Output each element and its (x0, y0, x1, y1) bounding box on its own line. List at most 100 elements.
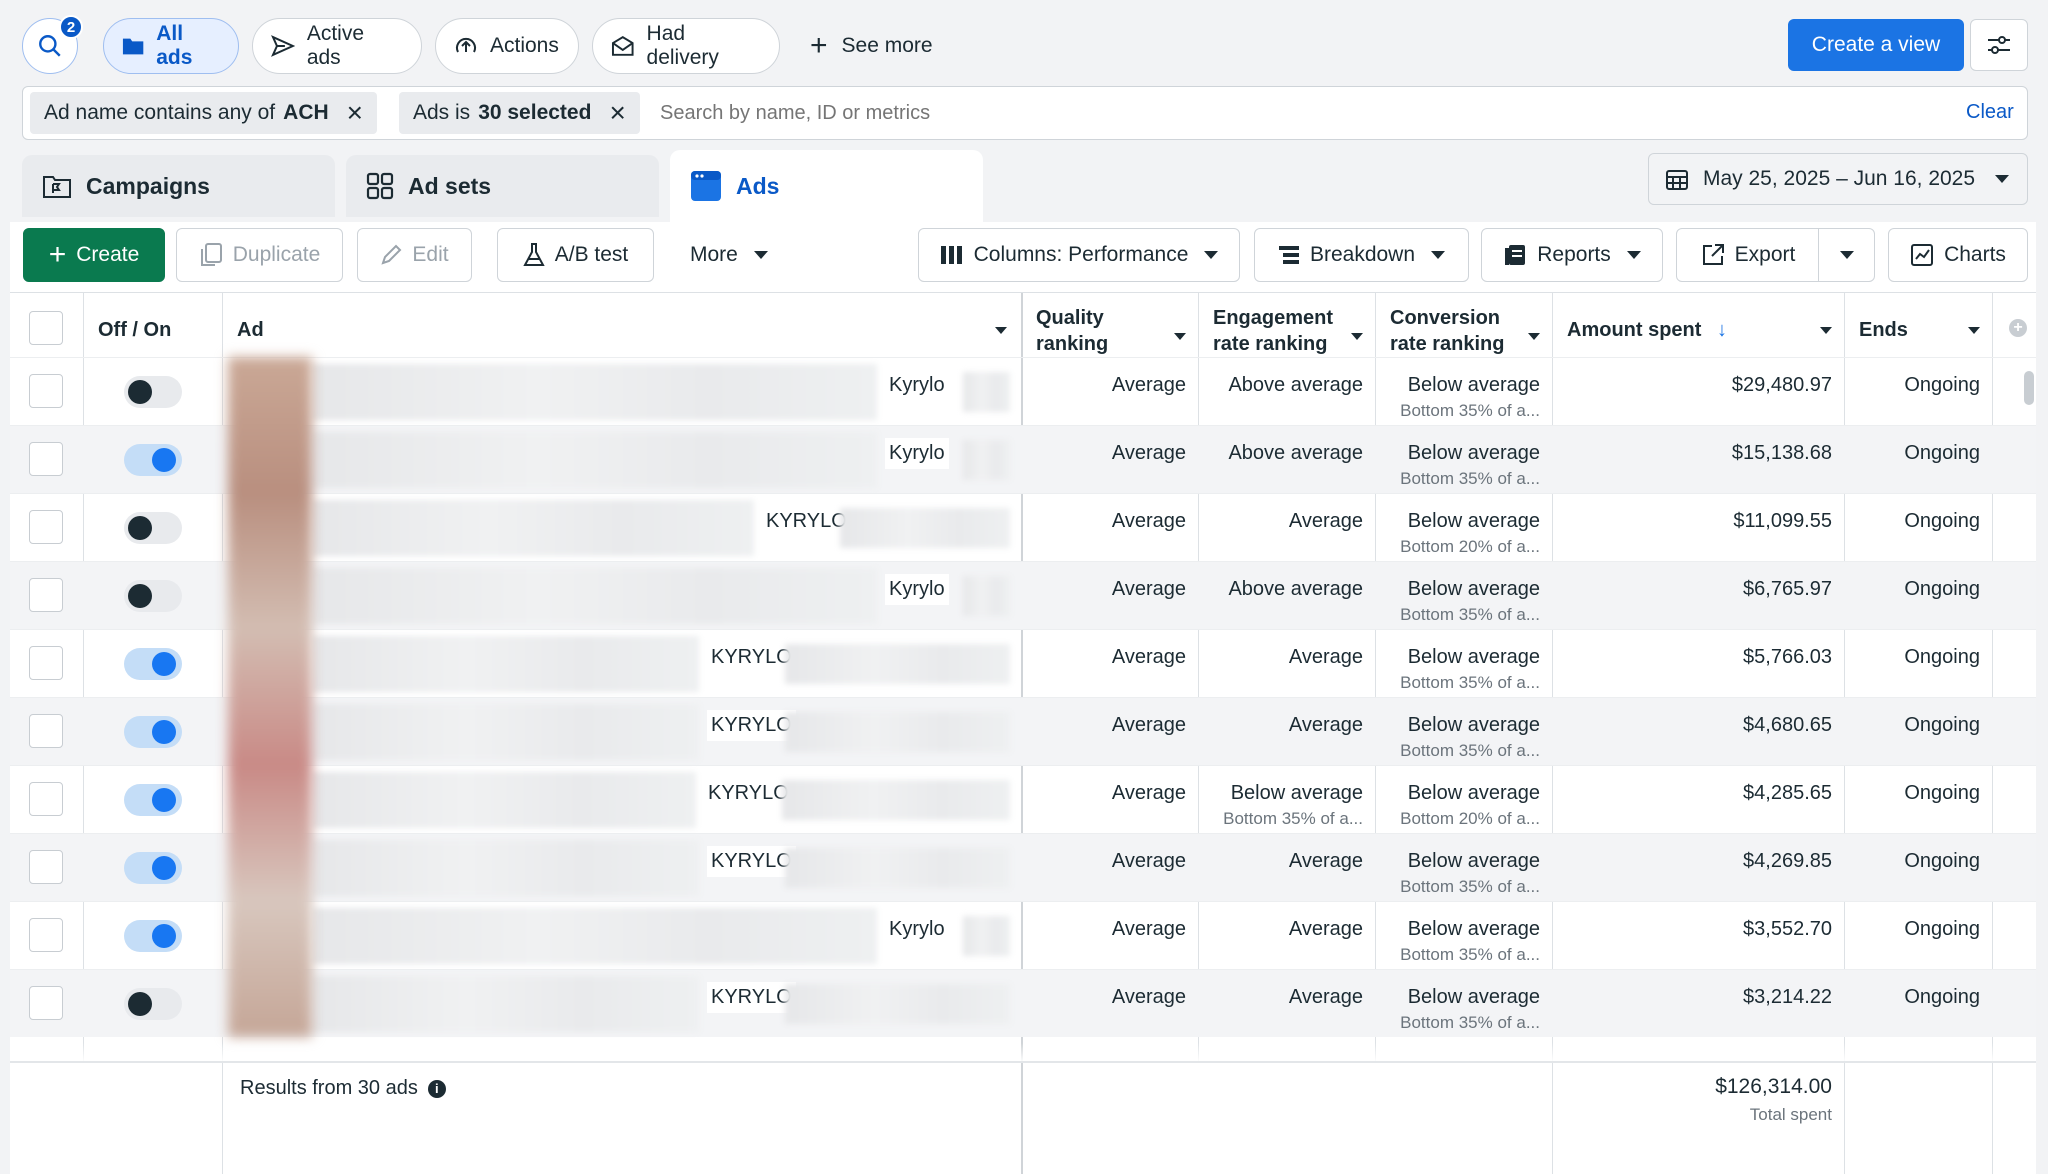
create-button[interactable]: + Create (23, 228, 165, 282)
tab-label: Ad sets (408, 172, 492, 199)
reports-dropdown[interactable]: Reports (1481, 228, 1663, 282)
ad-name[interactable]: Kyrylo (885, 370, 949, 401)
columns-label: Columns: Performance (973, 243, 1189, 266)
header-label: Amount spent (1567, 319, 1702, 341)
ad-name[interactable]: Kyrylo (885, 438, 949, 469)
toggle-knob (152, 788, 176, 812)
export-options-dropdown[interactable] (1818, 228, 1875, 282)
see-more-button[interactable]: + See more (810, 18, 933, 74)
charts-button[interactable]: Charts (1888, 228, 2028, 282)
row-checkbox[interactable] (29, 714, 63, 748)
engagement-ranking: Average (1289, 918, 1363, 945)
table-row[interactable]: KYRYLO Average Average Below average Bottom … (10, 629, 2036, 697)
row-delivery-toggle[interactable] (124, 784, 182, 816)
clear-filters-link[interactable]: Clear (1966, 101, 2014, 124)
close-icon[interactable]: × (347, 99, 363, 127)
ad-name[interactable]: Kyrylo (885, 914, 949, 945)
filter-active-ads[interactable]: Active ads (252, 18, 422, 74)
results-summary: Results from 30 ads i (240, 1077, 446, 1100)
create-view-button[interactable]: Create a view (1788, 19, 1964, 71)
row-delivery-toggle[interactable] (124, 444, 182, 476)
header-label: ranking (1036, 333, 1109, 355)
search-input[interactable] (660, 94, 1910, 132)
ad-name[interactable]: Kyrylo (885, 574, 949, 605)
blurred-ad-name (312, 364, 877, 420)
ad-name[interactable]: KYRYLO (707, 642, 796, 673)
row-checkbox[interactable] (29, 782, 63, 816)
table-row[interactable]: KYRYLO Average Average Below average Bottom … (10, 833, 2036, 901)
table-row[interactable]: Kyrylo Average Average Below average Bottom … (10, 901, 2036, 969)
table-row[interactable]: KYRYLO Average Average Below average Bottom … (10, 493, 2036, 561)
table-row[interactable]: Kyrylo Average Above average Below average B… (10, 561, 2036, 629)
table-row[interactable]: KYRYLO Average Average Below average Bottom … (10, 969, 2036, 1037)
columns-dropdown[interactable]: Columns: Performance (918, 228, 1240, 282)
see-more-label: See more (841, 34, 933, 57)
row-delivery-toggle[interactable] (124, 376, 182, 408)
conversion-value: Below average (1407, 510, 1540, 532)
filter-chip-ad-name[interactable]: Ad name contains any of ACH × (30, 92, 378, 134)
table-row[interactable]: Kyrylo Average Above average Below average B… (10, 357, 2036, 425)
conversion-value: Below average (1407, 782, 1540, 804)
blurred-ad-detail (963, 916, 1010, 956)
ad-name[interactable]: KYRYLO (707, 710, 796, 741)
table-row[interactable]: KYRYLO Average Average Below average Bottom … (10, 697, 2036, 765)
more-dropdown[interactable]: More (690, 228, 768, 282)
close-icon[interactable]: × (609, 99, 625, 127)
filter-chip-ads[interactable]: Ads is 30 selected × (399, 92, 640, 134)
filter-all-ads[interactable]: All ads (103, 18, 239, 74)
info-icon[interactable]: i (427, 1079, 446, 1098)
row-checkbox[interactable] (29, 510, 63, 544)
row-checkbox[interactable] (29, 646, 63, 680)
date-range-picker[interactable]: May 25, 2025 – Jun 16, 2025 (1648, 153, 2028, 205)
row-delivery-toggle[interactable] (124, 920, 182, 952)
ad-name[interactable]: KYRYLO (707, 846, 796, 877)
row-checkbox[interactable] (29, 374, 63, 408)
row-delivery-toggle[interactable] (124, 716, 182, 748)
reports-label: Reports (1537, 243, 1611, 266)
blurred-ad-name (312, 976, 699, 1032)
ad-name[interactable]: KYRYLO (762, 506, 851, 537)
edit-button[interactable]: Edit (357, 228, 472, 282)
table-row[interactable]: Kyrylo Average Above average Below average B… (10, 425, 2036, 493)
chevron-down-icon (1968, 327, 1980, 334)
reports-icon (1505, 245, 1526, 265)
row-delivery-toggle[interactable] (124, 852, 182, 884)
row-checkbox[interactable] (29, 442, 63, 476)
select-all-checkbox[interactable] (29, 311, 63, 345)
ad-name[interactable]: KYRYLO (704, 778, 793, 809)
conversion-ranking: Below average Bottom 20% of a... (1400, 510, 1540, 557)
conversion-value: Below average (1407, 646, 1540, 668)
filter-actions[interactable]: Actions (435, 18, 579, 74)
tab-ad-sets[interactable]: Ad sets (346, 155, 659, 217)
add-column-icon[interactable]: + (2009, 319, 2027, 337)
row-checkbox[interactable] (29, 850, 63, 884)
tab-campaigns[interactable]: Campaigns (22, 155, 335, 217)
view-settings-button[interactable] (1970, 19, 2028, 71)
conversion-detail: Bottom 35% of a... (1400, 945, 1540, 964)
ends-value: Ongoing (1904, 714, 1980, 736)
row-delivery-toggle[interactable] (124, 512, 182, 544)
blurred-ad-name (312, 908, 877, 964)
duplicate-button[interactable]: Duplicate (176, 228, 343, 282)
filter-had-delivery[interactable]: Had delivery (592, 18, 780, 74)
ends-value: Ongoing (1904, 850, 1980, 872)
row-delivery-toggle[interactable] (124, 580, 182, 612)
tab-ads[interactable]: Ads (670, 150, 983, 222)
ad-name[interactable]: KYRYLO (707, 982, 796, 1013)
ab-test-button[interactable]: A/B test (497, 228, 654, 282)
row-delivery-toggle[interactable] (124, 988, 182, 1020)
blurred-ad-name (312, 840, 699, 896)
folder-flag-icon (43, 176, 71, 198)
amount-spent: $3,552.70 (1743, 918, 1832, 940)
row-checkbox[interactable] (29, 986, 63, 1020)
breakdown-dropdown[interactable]: Breakdown (1254, 228, 1469, 282)
row-delivery-toggle[interactable] (124, 648, 182, 680)
search-button[interactable]: 2 (22, 15, 83, 74)
conversion-value: Below average (1407, 442, 1540, 464)
export-button[interactable]: Export (1676, 228, 1820, 282)
conversion-ranking: Below average Bottom 35% of a... (1400, 850, 1540, 897)
row-checkbox[interactable] (29, 918, 63, 952)
table-row[interactable]: KYRYLO Average Below average Bottom 35% of … (10, 765, 2036, 833)
ends-value: Ongoing (1904, 782, 1980, 804)
row-checkbox[interactable] (29, 578, 63, 612)
